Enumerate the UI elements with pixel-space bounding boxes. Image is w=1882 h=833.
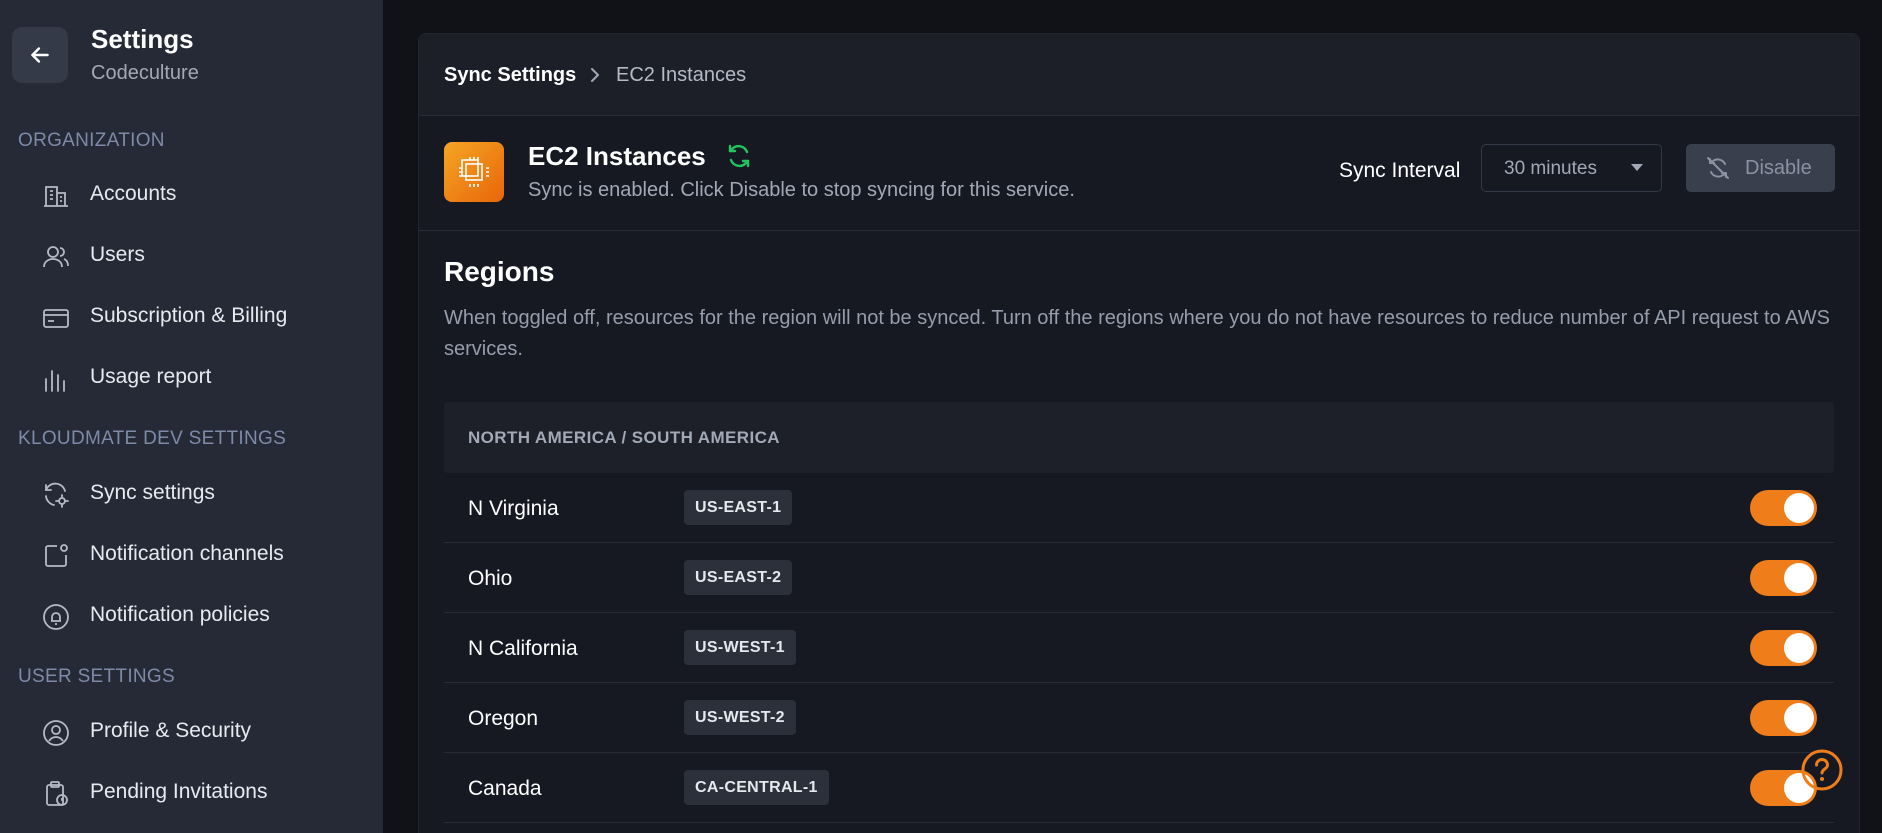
region-name: N California bbox=[468, 637, 578, 660]
sidebar-item-label: Sync settings bbox=[90, 481, 215, 504]
region-row: Oregon US-WEST-2 bbox=[444, 683, 1834, 753]
user-circle-icon bbox=[43, 720, 69, 746]
ec2-logo bbox=[444, 142, 504, 202]
notification-channel-icon bbox=[45, 544, 68, 567]
back-button[interactable] bbox=[12, 27, 68, 83]
region-row: Ohio US-EAST-2 bbox=[444, 543, 1834, 613]
sidebar: Settings Codeculture ORGANIZATION Accoun… bbox=[0, 0, 383, 833]
service-header: EC2 Instances Sync is enabled. Click Dis… bbox=[419, 116, 1859, 231]
chevron-right-icon bbox=[591, 68, 599, 82]
sidebar-item-accounts[interactable]: Accounts bbox=[0, 170, 383, 218]
bell-shield-icon bbox=[43, 604, 69, 630]
region-name: Canada bbox=[468, 777, 542, 800]
ec2-chip-icon bbox=[459, 157, 489, 187]
sync-interval-value: 30 minutes bbox=[1504, 158, 1597, 179]
disable-button[interactable]: Disable bbox=[1686, 144, 1835, 192]
regions-description: When toggled off, resources for the regi… bbox=[444, 307, 1830, 360]
region-code-badge: US-EAST-1 bbox=[684, 490, 793, 525]
sidebar-item-label: Accounts bbox=[90, 182, 177, 205]
sidebar-item-sync-settings[interactable]: Sync settings bbox=[0, 469, 383, 517]
sidebar-item-pending-invitations[interactable]: Pending Invitations bbox=[0, 768, 383, 816]
sidebar-item-subscription-billing[interactable]: Subscription & Billing bbox=[0, 292, 383, 340]
region-row: N California US-WEST-1 bbox=[444, 613, 1834, 683]
region-toggle[interactable] bbox=[1750, 560, 1817, 596]
region-group-header: NORTH AMERICA / SOUTH AMERICA bbox=[444, 402, 1834, 473]
sidebar-title: Settings bbox=[91, 24, 194, 54]
regions-title: Regions bbox=[444, 256, 555, 287]
sync-settings-icon bbox=[45, 482, 69, 508]
breadcrumb-current: EC2 Instances bbox=[616, 64, 747, 86]
users-icon bbox=[43, 246, 69, 268]
section-user-settings: USER SETTINGS bbox=[18, 666, 175, 687]
sync-icon bbox=[728, 144, 750, 168]
caret-down-icon bbox=[1631, 164, 1643, 171]
sidebar-item-label: Users bbox=[90, 243, 145, 266]
region-name: N Virginia bbox=[468, 497, 559, 520]
breadcrumb: Sync Settings EC2 Instances bbox=[419, 34, 1859, 116]
sync-interval-select[interactable]: 30 minutes bbox=[1481, 144, 1662, 192]
sidebar-subtitle: Codeculture bbox=[91, 62, 199, 84]
disable-button-label: Disable bbox=[1745, 157, 1812, 179]
clipboard-clock-icon bbox=[46, 781, 68, 806]
region-name: Oregon bbox=[468, 707, 539, 730]
sidebar-item-users[interactable]: Users bbox=[0, 231, 383, 279]
credit-card-icon bbox=[43, 309, 69, 328]
sidebar-item-label: Profile & Security bbox=[90, 719, 252, 742]
service-title: EC2 Instances bbox=[528, 141, 706, 171]
sidebar-item-label: Notification channels bbox=[90, 542, 284, 565]
sync-off-icon bbox=[1707, 157, 1729, 179]
arrow-left-icon bbox=[31, 47, 49, 63]
breadcrumb-sync-settings[interactable]: Sync Settings bbox=[444, 64, 576, 87]
bar-chart-icon bbox=[45, 370, 65, 392]
region-toggle[interactable] bbox=[1750, 700, 1817, 736]
sidebar-item-label: Notification policies bbox=[90, 603, 270, 626]
toggle-knob bbox=[1784, 493, 1814, 523]
sidebar-item-label: Usage report bbox=[90, 365, 212, 388]
toggle-knob bbox=[1784, 633, 1814, 663]
region-name: Ohio bbox=[468, 567, 513, 590]
region-row: Canada CA-CENTRAL-1 bbox=[444, 753, 1834, 823]
region-row: N Virginia US-EAST-1 bbox=[444, 473, 1834, 543]
region-code-badge: US-EAST-2 bbox=[684, 560, 793, 595]
sync-interval-label: Sync Interval bbox=[1339, 159, 1461, 182]
region-toggle[interactable] bbox=[1750, 630, 1817, 666]
sidebar-item-notification-channels[interactable]: Notification channels bbox=[0, 530, 383, 578]
sidebar-item-label: Pending Invitations bbox=[90, 780, 268, 803]
section-organization: ORGANIZATION bbox=[18, 130, 165, 151]
region-toggle[interactable] bbox=[1750, 490, 1817, 526]
help-icon[interactable] bbox=[1800, 748, 1844, 792]
toggle-knob bbox=[1784, 703, 1814, 733]
sidebar-item-profile-security[interactable]: Profile & Security bbox=[0, 707, 383, 755]
service-description: Sync is enabled. Click Disable to stop s… bbox=[528, 179, 1075, 201]
sidebar-item-usage-report[interactable]: Usage report bbox=[0, 353, 383, 401]
region-code-badge: US-WEST-1 bbox=[684, 630, 796, 665]
sidebar-item-notification-policies[interactable]: Notification policies bbox=[0, 591, 383, 639]
section-kloudmate-dev-settings: KLOUDMATE DEV SETTINGS bbox=[18, 428, 287, 449]
toggle-knob bbox=[1784, 563, 1814, 593]
region-code-badge: CA-CENTRAL-1 bbox=[684, 770, 829, 805]
main-panel: Sync Settings EC2 Instances EC2 Instance… bbox=[418, 33, 1860, 833]
region-code-badge: US-WEST-2 bbox=[684, 700, 796, 735]
region-group-label: NORTH AMERICA / SOUTH AMERICA bbox=[468, 428, 780, 447]
sidebar-item-label: Subscription & Billing bbox=[90, 304, 288, 327]
building-icon bbox=[44, 186, 68, 207]
